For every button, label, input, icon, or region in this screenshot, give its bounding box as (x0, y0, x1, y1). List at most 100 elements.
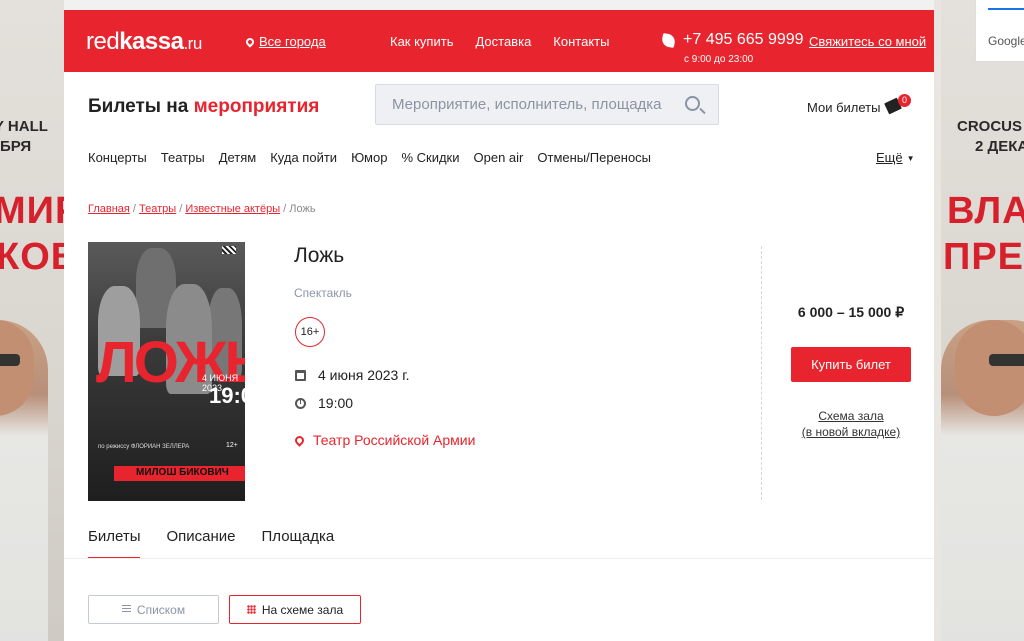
hall-scheme-line1: Схема зала (818, 409, 884, 423)
category-humor[interactable]: Юмор (351, 150, 387, 165)
category-concerts[interactable]: Концерты (88, 150, 147, 165)
logo-ru: .ru (183, 34, 202, 53)
breadcrumb-theatres[interactable]: Театры (139, 203, 176, 215)
breadcrumb-separator: / (176, 203, 186, 215)
banner-name-line2: ПРЕСН (943, 236, 1024, 278)
category-nav: Концерты Театры Детям Куда пойти Юмор % … (88, 150, 665, 165)
age-rating-badge: 16+ (295, 317, 325, 347)
event-type: Спектакль (294, 286, 352, 300)
site-title-black: Билеты на (88, 96, 189, 117)
phone-number: +7 495 665 9999 (683, 31, 804, 48)
banner-venue-text: CROCUS CI (957, 118, 1024, 135)
left-ad-banner[interactable]: Y HALL БРЯ МИР КОВ (0, 0, 64, 641)
poster-director: по режиссу ФЛОРИАН ЗЕЛЛЕРА (98, 444, 190, 450)
vertical-divider (761, 246, 762, 500)
event-time-row: 19:00 (295, 395, 353, 411)
category-kids[interactable]: Детям (219, 150, 257, 165)
category-cancellations[interactable]: Отмены/Переносы (537, 150, 651, 165)
nav-contacts[interactable]: Контакты (553, 34, 609, 49)
city-selector[interactable]: Все города (244, 34, 326, 49)
google-label: Google (988, 34, 1024, 48)
event-venue-link[interactable]: Театр Российской Армии (293, 432, 476, 448)
list-icon (121, 605, 131, 614)
nav-delivery[interactable]: Доставка (475, 34, 531, 49)
phone-link[interactable]: +7 495 665 9999 (660, 31, 804, 49)
banner-person-head (955, 320, 1024, 416)
location-pin-icon (244, 35, 256, 48)
city-label: Все города (259, 34, 326, 49)
event-title: Ложь (294, 244, 345, 267)
breadcrumb-home[interactable]: Главная (88, 203, 130, 215)
scheme-view-button[interactable]: На схеме зала (229, 595, 361, 624)
more-menu[interactable]: Ещё ▼ (876, 150, 915, 165)
site-title: Билеты на мероприятия (88, 96, 319, 118)
banner-name-line2: КОВ (0, 236, 64, 278)
breadcrumb-separator: / (280, 203, 290, 215)
top-bar: redkassa.ru Все города Как купить Достав… (64, 10, 934, 72)
breadcrumb: Главная / Театры / Известные актёры / Ло… (88, 203, 316, 215)
poster-actor: МИЛОШ БИКОВИЧ (136, 467, 229, 478)
logo-red: red (86, 28, 120, 55)
grid-dots-icon (246, 605, 256, 614)
category-discounts[interactable]: % Скидки (401, 150, 459, 165)
logo-kassa: kassa (119, 28, 184, 55)
chevron-down-icon: ▼ (906, 154, 915, 164)
calendar-icon (295, 369, 306, 381)
site-logo[interactable]: redkassa.ru (86, 28, 202, 56)
phone-icon (660, 32, 677, 48)
banner-date-text: БРЯ (0, 138, 32, 155)
event-time: 19:00 (318, 395, 354, 411)
tab-tickets[interactable]: Билеты (88, 528, 141, 559)
cart-count-badge: 0 (898, 94, 911, 107)
category-open-air[interactable]: Open air (474, 150, 524, 165)
tab-description[interactable]: Описание (166, 528, 235, 559)
banner-name-line1: МИР (0, 190, 64, 232)
list-view-label: Списком (136, 602, 186, 617)
site-header: Билеты на мероприятия Мои билеты 0 (64, 72, 934, 142)
breadcrumb-separator: / (129, 203, 140, 215)
my-tickets-link[interactable]: Мои билеты (807, 100, 880, 115)
banner-name-line1: ВЛАДИ (947, 190, 1024, 232)
search-icon[interactable] (685, 96, 700, 111)
clock-icon (295, 397, 306, 409)
contact-me-link[interactable]: Свяжитесь со мной (809, 34, 926, 49)
tab-venue[interactable]: Площадка (262, 528, 335, 559)
google-popup: Google (975, 0, 1024, 62)
banner-glasses (0, 354, 20, 366)
banner-venue-text: Y HALL (0, 118, 48, 135)
breadcrumb-famous-actors[interactable]: Известные актёры (185, 203, 280, 215)
top-nav: Как купить Доставка Контакты (390, 34, 609, 49)
google-tab-indicator (988, 8, 1024, 10)
venue-name: Театр Российской Армии (313, 432, 476, 448)
search-box (375, 84, 719, 125)
view-switch: Списком На схеме зала (88, 595, 361, 624)
search-input[interactable] (376, 85, 666, 124)
tabs-divider (64, 558, 934, 559)
more-label: Ещё (876, 150, 903, 165)
price-range: 6 000 – 15 000 ₽ (797, 304, 905, 320)
poster-time: 19:00 (209, 383, 245, 408)
banner-glasses (989, 354, 1024, 366)
nav-how-to-buy[interactable]: Как купить (390, 34, 453, 49)
poster-age: 12+ (226, 442, 238, 449)
event-date-row: 4 июня 2023 г. (295, 367, 410, 383)
event-tabs: Билеты Описание Площадка (88, 528, 334, 559)
category-theatres[interactable]: Театры (161, 150, 205, 165)
main-content: redkassa.ru Все города Как купить Достав… (64, 0, 934, 641)
list-view-button[interactable]: Списком (88, 595, 219, 624)
breadcrumb-current: Ложь (289, 203, 316, 215)
site-title-red: мероприятия (193, 96, 320, 117)
buy-ticket-button[interactable]: Купить билет (791, 347, 911, 382)
event-date: 4 июня 2023 г. (318, 367, 410, 383)
location-pin-icon (293, 433, 306, 447)
banner-date-text: 2 ДЕКА (975, 138, 1024, 155)
event-poster: ЛОЖЬ 4 ИЮНЯ 2023 19:00 по режиссу ФЛОРИА… (88, 242, 245, 501)
hall-scheme-link[interactable]: Схема зала (в новой вкладке) (791, 408, 911, 440)
work-hours: с 9:00 до 23:00 (684, 54, 754, 65)
hall-scheme-line2: (в новой вкладке) (801, 425, 901, 439)
right-ad-banner[interactable]: CROCUS CI 2 ДЕКА ВЛАДИ ПРЕСН (941, 0, 1024, 641)
category-where-to-go[interactable]: Куда пойти (270, 150, 337, 165)
top-strip (64, 0, 934, 10)
poster-logo (222, 246, 236, 254)
scheme-view-label: На схеме зала (261, 602, 344, 617)
